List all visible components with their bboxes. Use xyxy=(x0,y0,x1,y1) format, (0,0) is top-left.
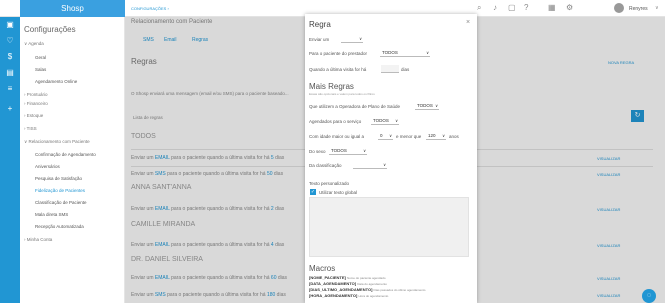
chevron-down-icon: ∨ xyxy=(442,133,445,138)
sidebar-item-confirmacao[interactable]: Confirmação de Agendamento xyxy=(35,152,96,157)
sidebar-prontuario[interactable]: › Prontuário xyxy=(24,92,48,97)
sidebar-item-fidelizacao[interactable]: Fidelização de Pacientes xyxy=(35,188,85,193)
service-label: Agendados para o serviço xyxy=(309,119,362,124)
send-label: Enviar um xyxy=(309,37,330,42)
sidebar-item-agendamento-online[interactable]: Agendamento Online xyxy=(35,79,77,84)
sidebar-financeiro[interactable]: › Financeiro xyxy=(24,101,48,106)
chevron-down-icon: ∨ xyxy=(389,133,392,138)
age-label: Com idade maior ou igual a xyxy=(309,134,365,139)
age-min-select[interactable]: 0 ∨ xyxy=(378,132,393,140)
sidebar-item-recepcao[interactable]: Recepção Automatizada xyxy=(35,224,84,229)
macro-item: [DATA_AGENDAMENTO] Data do agendamento xyxy=(309,281,387,286)
chevron-down-icon: ∨ xyxy=(426,50,429,55)
search-icon[interactable]: ⌕ xyxy=(477,3,481,13)
class-label: Da classificação xyxy=(309,163,342,168)
service-select[interactable]: TODOS ∨ xyxy=(371,117,399,125)
more-rules-title: Mais Regras xyxy=(309,82,354,91)
chat-bubble-icon[interactable]: ◌ xyxy=(642,289,656,303)
sidebar-relacionamento[interactable]: ∨ Relacionamento com Paciente xyxy=(24,139,90,145)
insurance-select[interactable]: TODOS ∨ xyxy=(415,102,439,110)
sidebar-item-geral[interactable]: Geral xyxy=(35,55,46,60)
box-icon[interactable]: ▤ xyxy=(5,68,15,78)
calendar-icon[interactable]: ▣ xyxy=(5,20,15,30)
help-icon[interactable]: ? xyxy=(524,3,528,12)
custom-text-area[interactable] xyxy=(309,197,469,257)
macro-item: [NOME_PACIENTE] Nome do paciente agendad… xyxy=(309,275,386,280)
more-rules-note: Essas são opcionais e valem para todos o… xyxy=(309,92,375,96)
dollar-icon[interactable]: $ xyxy=(5,52,15,62)
user-name[interactable]: Renyres xyxy=(629,6,648,12)
sidebar-estoque[interactable]: › Estoque xyxy=(24,113,43,118)
chevron-down-icon: ∨ xyxy=(395,118,398,123)
sidebar-item-mala-direta[interactable]: Mala direta SMS xyxy=(35,212,68,217)
last-visit-input[interactable] xyxy=(381,65,399,73)
provider-select[interactable]: TODOS ∨ xyxy=(380,49,430,57)
logo-text: Shosp xyxy=(61,4,84,13)
macros-title: Macros xyxy=(309,264,336,273)
insurance-label: Que utilizem a Operadora de Plano de Saú… xyxy=(309,104,401,109)
channel-select[interactable]: ∨ xyxy=(341,35,363,43)
sidebar-item-classificacao[interactable]: Classificação de Paciente xyxy=(35,200,87,205)
custom-text-label: Texto personalizado xyxy=(309,181,350,186)
sidebar-item-salas[interactable]: Salas xyxy=(35,67,46,72)
global-text-checkbox[interactable]: ✓ xyxy=(310,189,316,195)
chart-icon[interactable]: ≡ xyxy=(5,84,15,94)
modal-title: Regra xyxy=(309,20,331,29)
macro-item: [DIAS_ULTIMO_AGENDAMENTO] Dias passados … xyxy=(309,287,426,292)
icon-rail: ▦ ▣ ♡ $ ▤ ≡ + xyxy=(0,0,20,303)
rule-modal: Regra × Enviar um ∨ Para o paciente do p… xyxy=(305,14,477,303)
sidebar-tiss[interactable]: › TISS xyxy=(24,126,37,131)
gear-icon[interactable]: ⚙ xyxy=(566,3,573,12)
heart-icon[interactable]: ♡ xyxy=(5,36,15,46)
class-select[interactable]: ∨ xyxy=(353,161,387,169)
bell-icon[interactable]: ♪ xyxy=(493,3,497,12)
sidebar-minha-conta[interactable]: › Minha Conta xyxy=(24,237,52,242)
sidebar-title: Configurações xyxy=(24,25,76,34)
age-max-select[interactable]: 120 ∨ xyxy=(426,132,446,140)
sidebar-item-aniversarios[interactable]: Aniversários xyxy=(35,164,60,169)
chevron-down-icon: ∨ xyxy=(435,103,438,108)
chevron-down-icon: ∨ xyxy=(359,36,362,41)
add-icon[interactable]: + xyxy=(5,104,15,114)
logo[interactable]: Shosp xyxy=(20,0,125,17)
header-tab[interactable]: CONFIGURAÇÕES › xyxy=(131,6,169,11)
chat-icon[interactable]: ▢ xyxy=(508,3,516,12)
age-mid-label: e menor que xyxy=(396,134,422,139)
grid-icon[interactable]: ▦ xyxy=(548,3,556,12)
sidebar: Configurações ∨ Agenda Geral Salas Agend… xyxy=(20,17,125,303)
sidebar-agenda[interactable]: ∨ Agenda xyxy=(24,41,44,47)
last-visit-suffix: dias xyxy=(401,67,410,72)
sex-select[interactable]: TODOS ∨ xyxy=(329,147,367,155)
chevron-down-icon[interactable]: ∨ xyxy=(655,5,659,11)
chevron-down-icon: ∨ xyxy=(363,148,366,153)
last-visit-label: Quando a última visita for há xyxy=(309,67,367,72)
provider-label: Para o paciente do prestador xyxy=(309,51,368,56)
chevron-down-icon: ∨ xyxy=(383,162,386,167)
close-icon[interactable]: × xyxy=(466,19,470,26)
sex-label: Do sexo xyxy=(309,149,326,154)
macro-item: [HORA_AGENDAMENTO] Hora do agendamento xyxy=(309,293,389,298)
avatar[interactable] xyxy=(614,3,624,13)
sidebar-item-pesquisa[interactable]: Pesquisa de Satisfação xyxy=(35,176,82,181)
global-text-label: Utilizar texto global xyxy=(319,190,358,195)
age-suffix: anos xyxy=(449,134,459,139)
